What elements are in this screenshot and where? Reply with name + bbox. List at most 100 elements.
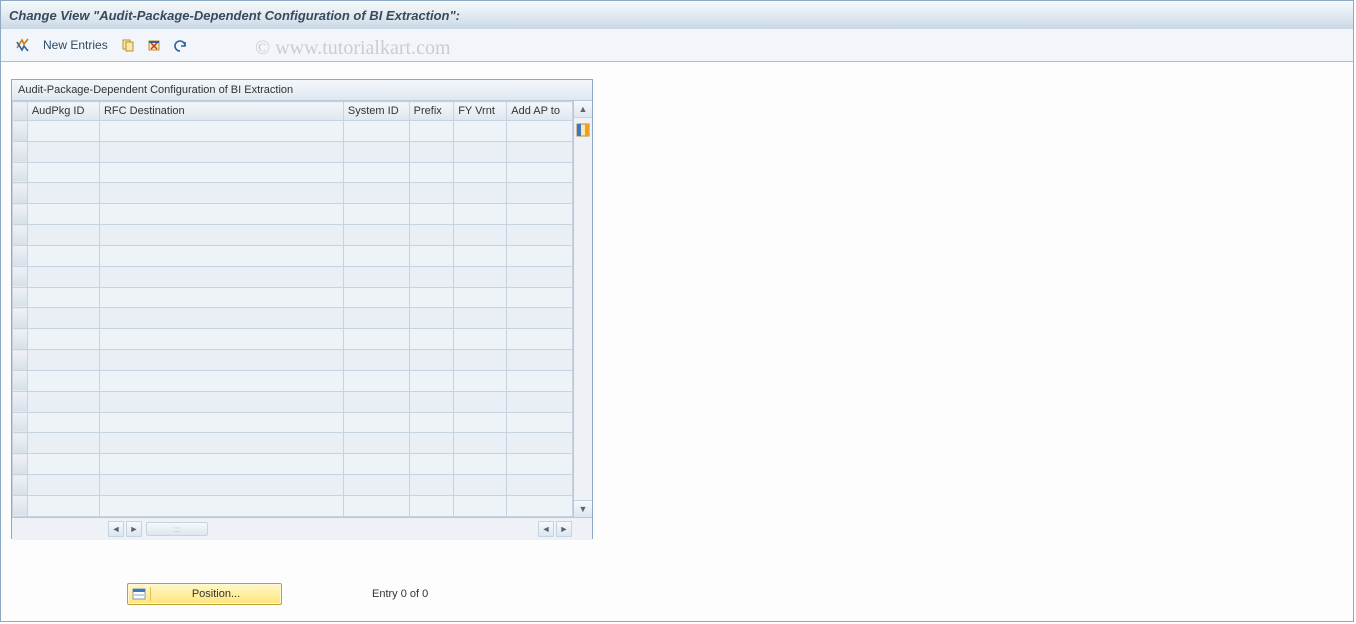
- cell[interactable]: [507, 308, 573, 329]
- row-selector[interactable]: [13, 141, 28, 162]
- cell[interactable]: [343, 370, 409, 391]
- cell[interactable]: [99, 141, 343, 162]
- table-row[interactable]: [13, 225, 573, 246]
- scroll-left2-icon[interactable]: ◄: [538, 521, 554, 537]
- cell[interactable]: [27, 287, 99, 308]
- cell[interactable]: [454, 183, 507, 204]
- cell[interactable]: [27, 391, 99, 412]
- cell[interactable]: [409, 225, 454, 246]
- row-selector[interactable]: [13, 225, 28, 246]
- cell[interactable]: [99, 475, 343, 496]
- cell[interactable]: [507, 204, 573, 225]
- table-row[interactable]: [13, 266, 573, 287]
- col-header[interactable]: AudPkg ID: [27, 102, 99, 121]
- new-entries-button[interactable]: New Entries: [39, 38, 112, 52]
- cell[interactable]: [99, 225, 343, 246]
- cell[interactable]: [27, 412, 99, 433]
- cell[interactable]: [27, 475, 99, 496]
- cell[interactable]: [454, 204, 507, 225]
- row-selector[interactable]: [13, 287, 28, 308]
- cell[interactable]: [454, 475, 507, 496]
- row-selector[interactable]: [13, 266, 28, 287]
- cell[interactable]: [454, 495, 507, 516]
- table-row[interactable]: [13, 412, 573, 433]
- row-selector[interactable]: [13, 162, 28, 183]
- cell[interactable]: [454, 245, 507, 266]
- cell[interactable]: [99, 370, 343, 391]
- cell[interactable]: [99, 183, 343, 204]
- cell[interactable]: [409, 475, 454, 496]
- cell[interactable]: [454, 121, 507, 142]
- cell[interactable]: [99, 412, 343, 433]
- cell[interactable]: [454, 433, 507, 454]
- cell[interactable]: [409, 454, 454, 475]
- cell[interactable]: [507, 391, 573, 412]
- cell[interactable]: [343, 204, 409, 225]
- cell[interactable]: [27, 454, 99, 475]
- cell[interactable]: [454, 225, 507, 246]
- cell[interactable]: [27, 162, 99, 183]
- cell[interactable]: [27, 121, 99, 142]
- row-selector[interactable]: [13, 329, 28, 350]
- scroll-up-icon[interactable]: ▲: [574, 101, 592, 118]
- cell[interactable]: [343, 141, 409, 162]
- cell[interactable]: [99, 391, 343, 412]
- cell[interactable]: [454, 266, 507, 287]
- cell[interactable]: [343, 433, 409, 454]
- table-row[interactable]: [13, 141, 573, 162]
- cell[interactable]: [343, 183, 409, 204]
- cell[interactable]: [454, 329, 507, 350]
- cell[interactable]: [507, 287, 573, 308]
- cell[interactable]: [454, 370, 507, 391]
- cell[interactable]: [409, 162, 454, 183]
- cell[interactable]: [99, 287, 343, 308]
- cell[interactable]: [27, 225, 99, 246]
- cell[interactable]: [27, 370, 99, 391]
- cell[interactable]: [409, 433, 454, 454]
- cell[interactable]: [454, 350, 507, 371]
- cell[interactable]: [507, 329, 573, 350]
- cell[interactable]: [343, 475, 409, 496]
- cell[interactable]: [507, 454, 573, 475]
- cell[interactable]: [507, 225, 573, 246]
- toggle-icon[interactable]: [13, 35, 33, 55]
- data-grid[interactable]: AudPkg ID RFC Destination System ID Pref…: [12, 101, 573, 517]
- cell[interactable]: [507, 162, 573, 183]
- cell[interactable]: [409, 204, 454, 225]
- cell[interactable]: [99, 350, 343, 371]
- table-row[interactable]: [13, 162, 573, 183]
- cell[interactable]: [99, 204, 343, 225]
- cell[interactable]: [454, 287, 507, 308]
- cell[interactable]: [507, 121, 573, 142]
- cell[interactable]: [343, 225, 409, 246]
- table-row[interactable]: [13, 245, 573, 266]
- cell[interactable]: [27, 308, 99, 329]
- delete-icon[interactable]: [144, 35, 164, 55]
- table-row[interactable]: [13, 454, 573, 475]
- cell[interactable]: [507, 141, 573, 162]
- cell[interactable]: [343, 287, 409, 308]
- cell[interactable]: [99, 308, 343, 329]
- col-header[interactable]: RFC Destination: [99, 102, 343, 121]
- scroll-track[interactable]: [574, 118, 592, 500]
- configure-columns-icon[interactable]: [576, 123, 590, 137]
- cell[interactable]: [454, 412, 507, 433]
- row-selector[interactable]: [13, 391, 28, 412]
- cell[interactable]: [27, 204, 99, 225]
- cell[interactable]: [507, 245, 573, 266]
- cell[interactable]: [507, 412, 573, 433]
- cell[interactable]: [409, 287, 454, 308]
- cell[interactable]: [99, 162, 343, 183]
- cell[interactable]: [409, 350, 454, 371]
- cell[interactable]: [343, 245, 409, 266]
- cell[interactable]: [343, 350, 409, 371]
- row-selector[interactable]: [13, 412, 28, 433]
- cell[interactable]: [409, 183, 454, 204]
- cell[interactable]: [343, 308, 409, 329]
- row-selector[interactable]: [13, 245, 28, 266]
- cell[interactable]: [27, 495, 99, 516]
- table-row[interactable]: [13, 475, 573, 496]
- cell[interactable]: [343, 162, 409, 183]
- col-header[interactable]: Add AP to: [507, 102, 573, 121]
- row-selector[interactable]: [13, 121, 28, 142]
